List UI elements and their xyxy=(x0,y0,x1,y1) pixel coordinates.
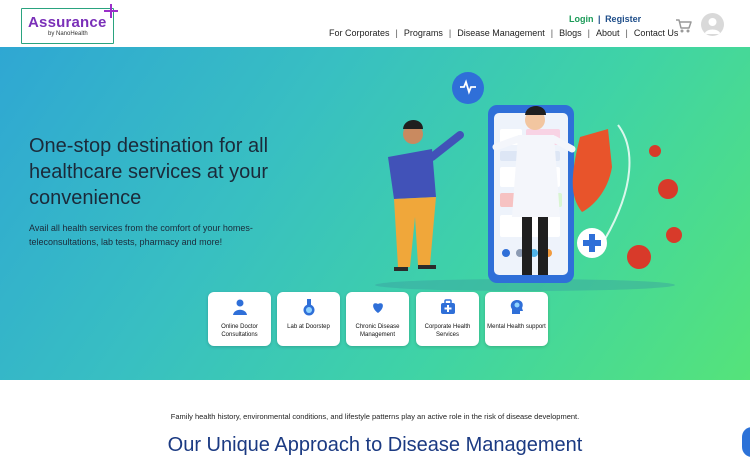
service-label: Corporate Health Services xyxy=(424,324,471,338)
logo[interactable]: Assurance by NanoHealth xyxy=(21,4,118,44)
medical-bag-icon xyxy=(439,298,457,316)
heart-hands-icon xyxy=(369,298,387,316)
nav-programs[interactable]: Programs xyxy=(404,28,443,38)
hero-title: One-stop destination for all healthcare … xyxy=(29,135,269,209)
disease-management-section: Family health history, environmental con… xyxy=(0,380,750,469)
service-card-online-doctor[interactable]: Online Doctor Consultations xyxy=(208,292,271,346)
nav-divider: | xyxy=(625,28,628,38)
nav-divider: | xyxy=(587,28,590,38)
service-card-mental-health[interactable]: Mental Health support xyxy=(485,292,548,346)
nav-blogs[interactable]: Blogs xyxy=(559,28,582,38)
logo-byline: by NanoHealth xyxy=(48,31,88,37)
nav-contact-us[interactable]: Contact Us xyxy=(634,28,679,38)
logo-plus-icon xyxy=(104,4,118,18)
nav-divider: | xyxy=(550,28,554,38)
section-title: Our Unique Approach to Disease Managemen… xyxy=(167,434,583,456)
hero-banner: One-stop destination for all healthcare … xyxy=(0,47,750,380)
chat-button[interactable] xyxy=(742,427,750,457)
service-card-lab-at-doorstep[interactable]: Lab at Doorstep xyxy=(277,292,340,346)
register-link[interactable]: Register xyxy=(605,14,641,24)
service-label: Mental Health support xyxy=(487,324,546,330)
nav-for-corporates[interactable]: For Corporates xyxy=(329,28,390,38)
flask-icon xyxy=(300,298,318,316)
service-label: Chronic Disease Management xyxy=(355,324,400,338)
nav-about[interactable]: About xyxy=(596,28,620,38)
nav-divider: | xyxy=(448,28,452,38)
logo-wordmark: Assurance xyxy=(28,14,107,31)
service-card-corporate-health[interactable]: Corporate Health Services xyxy=(416,292,479,346)
auth-links: Login | Register xyxy=(569,14,641,24)
brain-head-icon xyxy=(508,298,526,316)
nav-divider: | xyxy=(395,28,398,38)
doctor-icon xyxy=(231,298,249,316)
site-header: Assurance by NanoHealth Login | Register… xyxy=(0,0,750,47)
nav-disease-management[interactable]: Disease Management xyxy=(457,28,545,38)
cart-icon[interactable] xyxy=(675,18,693,34)
section-note: Family health history, environmental con… xyxy=(170,412,580,421)
login-link[interactable]: Login xyxy=(569,14,594,24)
service-label: Lab at Doorstep xyxy=(287,324,330,330)
hero-illustration xyxy=(360,67,700,297)
user-avatar-icon[interactable] xyxy=(701,13,724,36)
main-nav: For Corporates | Programs | Disease Mana… xyxy=(329,28,678,38)
service-label: Online Doctor Consultations xyxy=(221,324,258,338)
service-card-chronic-disease[interactable]: Chronic Disease Management xyxy=(346,292,409,346)
hero-subtitle: Avail all health services from the comfo… xyxy=(29,223,253,247)
auth-separator: | xyxy=(598,14,601,24)
